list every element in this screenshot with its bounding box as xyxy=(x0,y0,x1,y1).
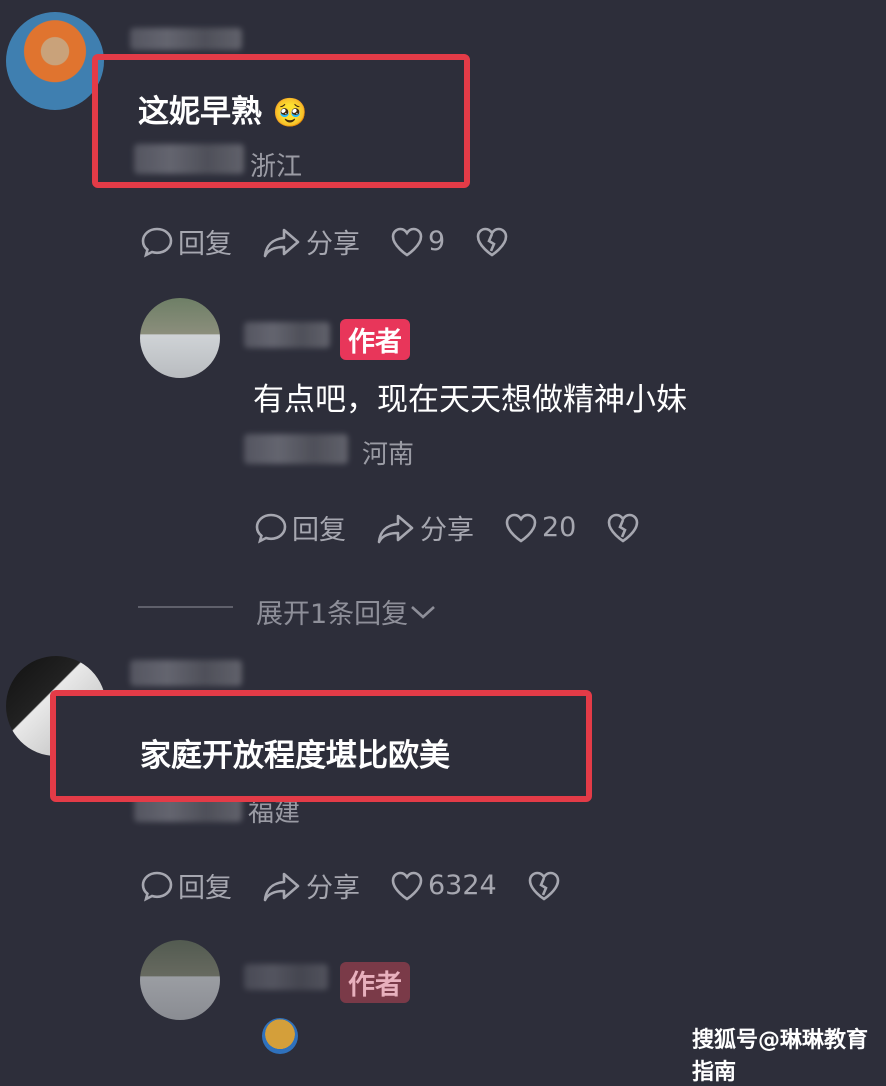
watermark: 搜狐号@琳琳教育指南 xyxy=(692,1028,869,1085)
comment-text: 这妮早熟 🥹 xyxy=(138,94,308,130)
like-button[interactable]: 9 xyxy=(390,226,445,258)
chevron-down-icon xyxy=(411,605,436,619)
author-badge: 作者 xyxy=(340,962,410,1003)
author-badge: 作者 xyxy=(340,319,410,360)
share-button[interactable]: 分享 xyxy=(262,222,360,261)
reply-button[interactable]: 回复 xyxy=(140,866,232,905)
share-arrow-icon xyxy=(377,514,414,543)
comment-text: 家庭开放程度堪比欧美 xyxy=(140,738,450,774)
expand-replies-button[interactable]: 展开1条回复 xyxy=(256,592,438,631)
username-redacted[interactable] xyxy=(244,964,328,990)
like-button[interactable]: 6324 xyxy=(390,870,497,902)
reply-bubble-icon xyxy=(141,227,173,257)
comment-actions: 回复 分享 20 xyxy=(254,508,674,547)
username-redacted[interactable] xyxy=(244,322,330,348)
dislike-button[interactable] xyxy=(527,870,565,902)
heart-icon xyxy=(391,227,423,257)
reply-button[interactable]: 回复 xyxy=(140,222,232,261)
broken-heart-icon xyxy=(528,871,560,901)
reply-button[interactable]: 回复 xyxy=(254,508,346,547)
broken-heart-icon xyxy=(608,513,639,543)
username-redacted[interactable] xyxy=(130,28,242,50)
comment-actions: 回复 分享 6324 xyxy=(140,866,595,905)
share-arrow-icon xyxy=(263,228,300,257)
time-redacted xyxy=(244,434,348,464)
avatar[interactable] xyxy=(140,940,220,1020)
divider-line xyxy=(138,606,233,608)
comment-text: 有点吧，现在天天想做精神小妹 xyxy=(253,382,687,418)
share-arrow-icon xyxy=(263,872,300,901)
teary-face-icon: 🥹 xyxy=(272,96,308,129)
heart-icon xyxy=(391,871,423,901)
comment-location: 浙江 xyxy=(250,152,303,182)
avatar[interactable] xyxy=(140,298,220,378)
dislike-button[interactable] xyxy=(475,226,513,258)
comment-actions: 回复 分享 9 xyxy=(140,222,543,261)
broken-heart-icon xyxy=(476,227,508,257)
heart-icon xyxy=(505,513,537,543)
avatar[interactable] xyxy=(6,12,104,110)
share-button[interactable]: 分享 xyxy=(262,866,360,905)
dislike-button[interactable] xyxy=(606,512,644,544)
reply-bubble-icon xyxy=(141,871,173,901)
share-button[interactable]: 分享 xyxy=(376,508,474,547)
laughing-emoji-icon xyxy=(262,1018,298,1054)
reply-bubble-icon xyxy=(255,513,287,543)
like-button[interactable]: 20 xyxy=(504,512,576,544)
time-redacted xyxy=(134,144,244,174)
comment-location: 河南 xyxy=(362,440,415,470)
username-redacted[interactable] xyxy=(130,660,242,686)
